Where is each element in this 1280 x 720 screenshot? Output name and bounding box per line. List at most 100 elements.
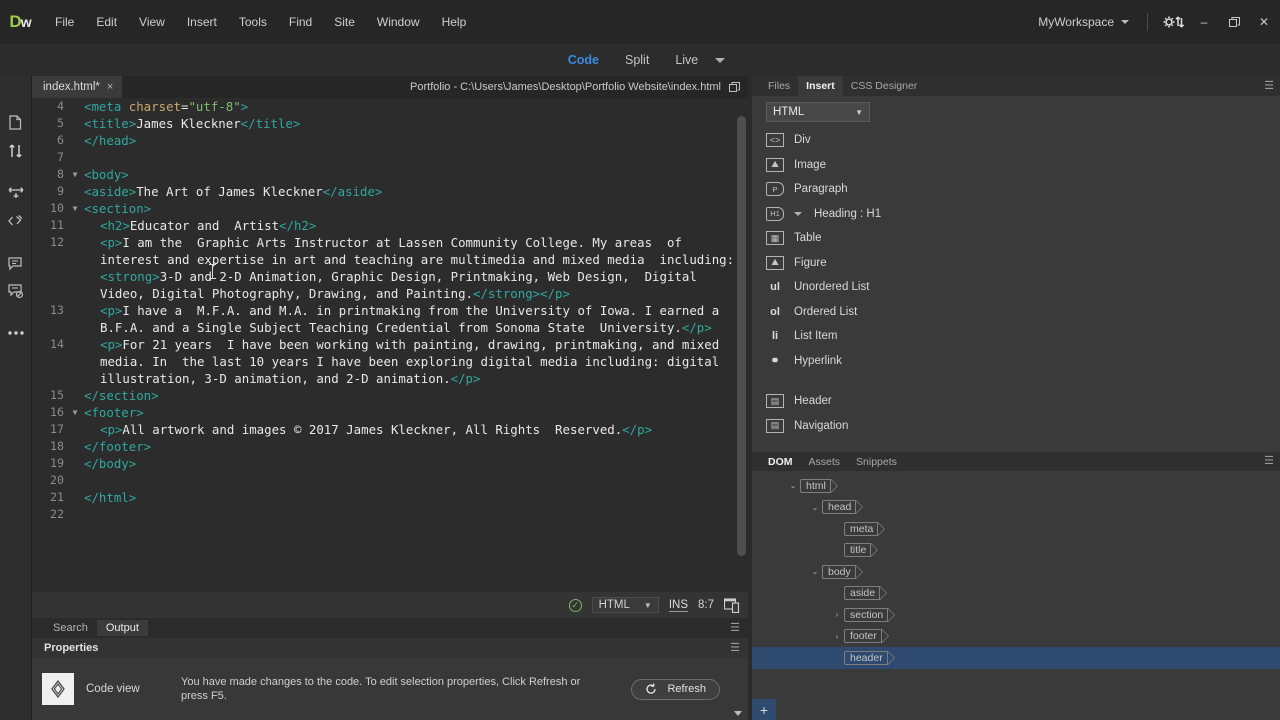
dom-node-aside[interactable]: aside	[752, 583, 1280, 605]
insert-mode-indicator[interactable]: INS	[668, 599, 688, 612]
restore-document-icon[interactable]	[729, 81, 740, 93]
menu-file[interactable]: File	[44, 10, 85, 34]
code-line[interactable]: 11 <h2>Educator and Artist</h2>	[32, 217, 748, 234]
remove-comment-icon[interactable]	[1, 278, 31, 304]
tab-dom[interactable]: DOM	[760, 456, 801, 468]
menu-edit[interactable]: Edit	[85, 10, 128, 34]
properties-menu-icon[interactable]: ☰	[730, 642, 740, 654]
menu-window[interactable]: Window	[366, 10, 431, 34]
dom-panel-menu-icon[interactable]: ☰	[1264, 456, 1274, 467]
document-tab-index-html[interactable]: index.html* ×	[32, 76, 123, 98]
tab-search[interactable]: Search	[44, 620, 97, 636]
dom-node-footer[interactable]: › footer	[752, 626, 1280, 648]
live-dropdown-chevron-icon[interactable]	[715, 57, 726, 63]
insert-item-figure[interactable]: ⛰ Figure	[752, 251, 1280, 276]
code-line[interactable]: 13 <p>I have a M.F.A. and M.A. in printma…	[32, 302, 748, 336]
code-line[interactable]: 7	[32, 149, 748, 166]
insert-category-select[interactable]: HTML ▼	[766, 102, 870, 122]
tab-snippets[interactable]: Snippets	[848, 456, 905, 468]
tab-live[interactable]: Live	[662, 49, 711, 71]
insert-item-paragraph[interactable]: P Paragraph	[752, 177, 1280, 202]
dom-expand-toggle-icon[interactable]: ›	[830, 632, 844, 641]
open-documents-icon[interactable]	[1, 110, 31, 136]
more-options-icon[interactable]	[1, 320, 31, 346]
code-line[interactable]: 19 </body>	[32, 455, 748, 472]
submenu-chevron-icon[interactable]	[794, 211, 802, 216]
panel-menu-icon[interactable]: ☰	[730, 622, 740, 634]
editor-scrollbar[interactable]	[737, 98, 746, 592]
insert-item-table[interactable]: ▦ Table	[752, 226, 1280, 251]
workspace-switcher[interactable]: MyWorkspace	[1028, 15, 1139, 29]
menu-help[interactable]: Help	[431, 10, 478, 34]
code-line[interactable]: 17 <p>All artwork and images © 2017 James…	[32, 421, 748, 438]
code-line[interactable]: 9 <aside>The Art of James Kleckner</aside…	[32, 183, 748, 200]
menu-view[interactable]: View	[128, 10, 176, 34]
tab-insert[interactable]: Insert	[798, 76, 843, 96]
tab-assets[interactable]: Assets	[801, 456, 849, 468]
insert-item-div[interactable]: <> Div	[752, 128, 1280, 153]
menu-site[interactable]: Site	[323, 10, 366, 34]
code-editor[interactable]: 4 <meta charset="utf-8"> 5 <title>James Kle…	[32, 98, 748, 592]
valid-check-icon[interactable]: ✓	[568, 598, 582, 612]
dom-node-title[interactable]: title	[752, 540, 1280, 562]
dom-expand-toggle-icon[interactable]: ⌄	[808, 503, 822, 512]
menu-insert[interactable]: Insert	[176, 10, 228, 34]
code-fold-toggle-icon[interactable]: ▼	[68, 166, 82, 183]
insert-item-image[interactable]: ⛰ Image	[752, 153, 1280, 178]
code-line[interactable]: 10 ▼ <section>	[32, 200, 748, 217]
right-panel-menu-icon[interactable]: ☰	[1264, 80, 1274, 92]
insert-item-header[interactable]: ▤ Header	[752, 389, 1280, 414]
dom-expand-toggle-icon[interactable]: ⌄	[786, 481, 800, 490]
insert-item-navigation[interactable]: ▤ Navigation	[752, 414, 1280, 439]
code-line[interactable]: 5 <title>James Kleckner</title>	[32, 115, 748, 132]
code-line[interactable]: 4 <meta charset="utf-8">	[32, 98, 748, 115]
code-line[interactable]: 21 </html>	[32, 489, 748, 506]
close-button[interactable]: ✕	[1250, 7, 1278, 37]
code-fold-toggle-icon[interactable]: ▼	[68, 404, 82, 421]
dom-node-html[interactable]: ⌄ html	[752, 475, 1280, 497]
code-line[interactable]: 18 </footer>	[32, 438, 748, 455]
minimize-button[interactable]: –	[1190, 7, 1218, 37]
dom-add-element-button[interactable]: +	[752, 699, 776, 720]
tab-code[interactable]: Code	[555, 49, 612, 71]
code-line[interactable]: 20	[32, 472, 748, 489]
tab-files[interactable]: Files	[760, 80, 798, 92]
code-fold-toggle-icon[interactable]: ▼	[68, 200, 82, 217]
code-line[interactable]: 6 </head>	[32, 132, 748, 149]
wrap-tag-icon[interactable]	[1, 208, 31, 234]
doctype-select[interactable]: HTML ▼	[591, 597, 659, 613]
insert-item-unordered-list[interactable]: ul Unordered List	[752, 275, 1280, 300]
code-line[interactable]: 8 ▼ <body>	[32, 166, 748, 183]
dom-node-body[interactable]: ⌄ body	[752, 561, 1280, 583]
code-line[interactable]: 16 ▼ <footer>	[32, 404, 748, 421]
editor-scrollbar-thumb[interactable]	[737, 116, 746, 556]
close-icon[interactable]: ×	[107, 81, 113, 93]
insert-item-ordered-list[interactable]: ol Ordered List	[752, 300, 1280, 325]
device-preview-icon[interactable]	[724, 597, 740, 613]
dom-expand-toggle-icon[interactable]: ›	[830, 610, 844, 619]
tab-output[interactable]: Output	[96, 620, 148, 636]
format-source-icon[interactable]	[1, 180, 31, 206]
code-line[interactable]: 15 </section>	[32, 387, 748, 404]
dom-expand-toggle-icon[interactable]: ⌄	[808, 567, 822, 576]
insert-item-heading-h1[interactable]: H1 Heading : H1	[752, 202, 1280, 227]
code-line[interactable]: 12 <p>I am the Graphic Arts Instructor at…	[32, 234, 748, 302]
tab-split[interactable]: Split	[612, 49, 662, 71]
insert-item-hyperlink[interactable]: ⚭ Hyperlink	[752, 349, 1280, 374]
tab-css-designer[interactable]: CSS Designer	[843, 80, 926, 92]
dom-node-section[interactable]: › section	[752, 604, 1280, 626]
code-line[interactable]: 14 <p>For 21 years I have been working wi…	[32, 336, 748, 387]
insert-item-list-item[interactable]: li List Item	[752, 324, 1280, 349]
apply-comment-icon[interactable]	[1, 250, 31, 276]
restore-button[interactable]	[1220, 7, 1248, 37]
menu-find[interactable]: Find	[278, 10, 323, 34]
properties-expand-chevron-icon[interactable]	[734, 711, 742, 716]
dom-node-header[interactable]: header	[752, 647, 1280, 669]
sort-lines-icon[interactable]	[1, 138, 31, 164]
code-line[interactable]: 22	[32, 506, 748, 523]
dom-node-head[interactable]: ⌄ head	[752, 497, 1280, 519]
dom-node-meta[interactable]: meta	[752, 518, 1280, 540]
refresh-button[interactable]: Refresh	[631, 678, 720, 700]
menu-tools[interactable]: Tools	[228, 10, 278, 34]
gear-sync-icon[interactable]	[1156, 7, 1190, 37]
